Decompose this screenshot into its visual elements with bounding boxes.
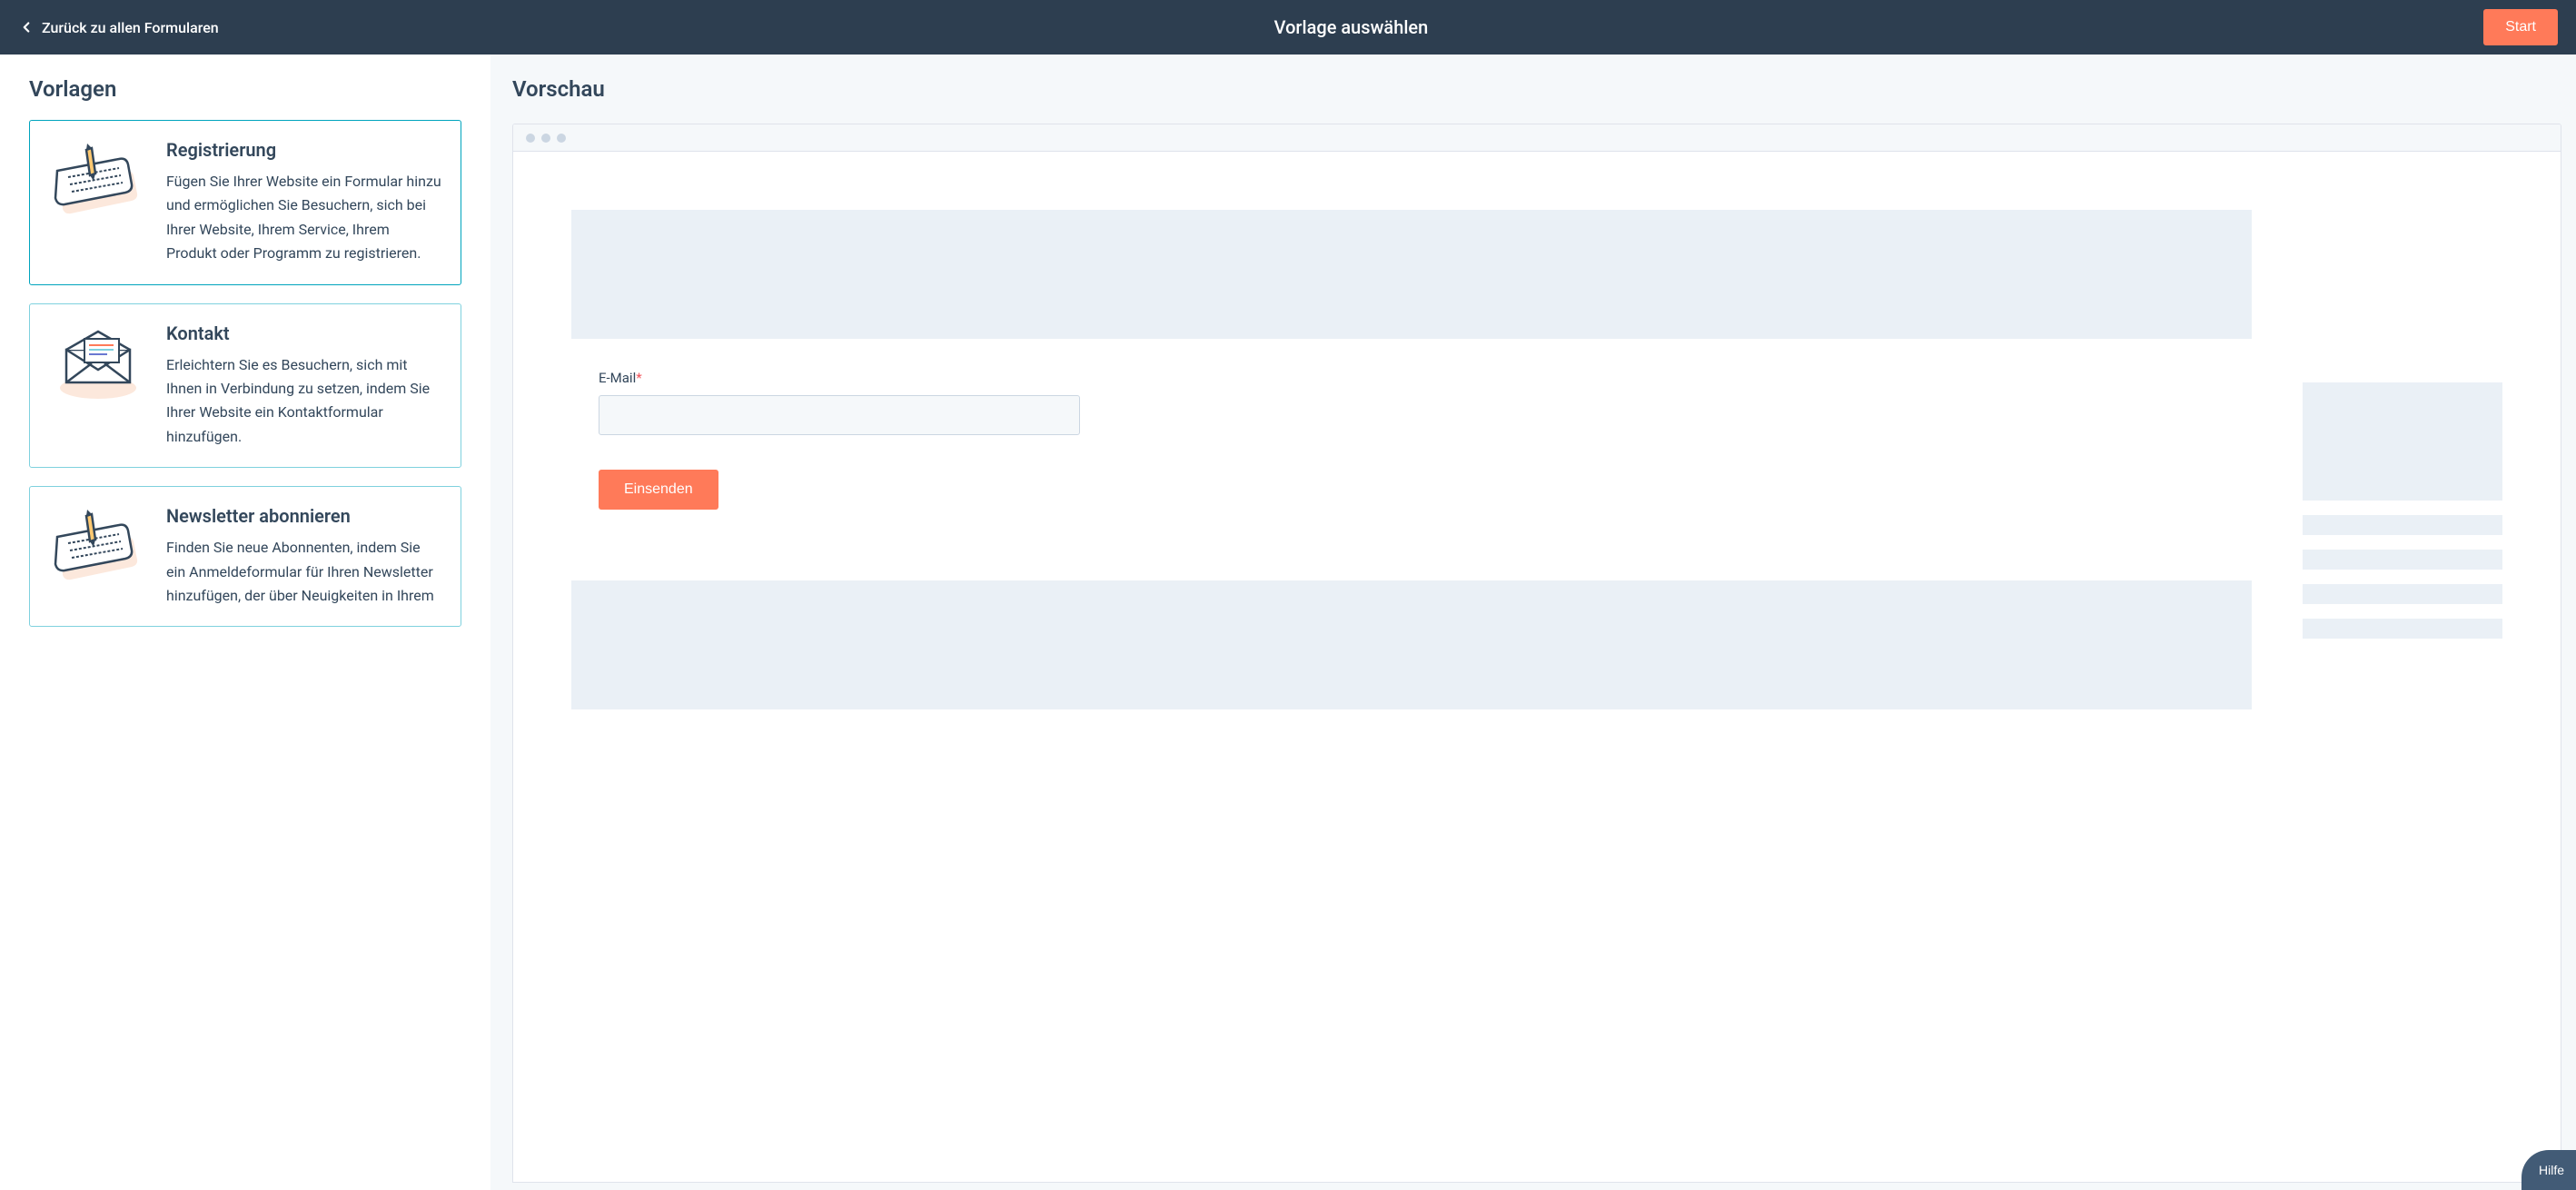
template-card-contact[interactable]: Kontakt Erleichtern Sie es Besuchern, si…	[29, 303, 461, 469]
placeholder-sidebar-line	[2303, 619, 2502, 639]
back-link[interactable]: Zurück zu allen Formularen	[18, 19, 219, 36]
preview-main-column: E-Mail* Einsenden	[571, 210, 2252, 709]
template-content: Registrierung Fügen Sie Ihrer Website ei…	[166, 139, 442, 266]
template-desc: Erleichtern Sie es Besuchern, sich mit I…	[166, 353, 442, 450]
placeholder-bottom	[571, 580, 2252, 709]
required-asterisk: *	[636, 370, 641, 386]
template-card-registration[interactable]: Registrierung Fügen Sie Ihrer Website ei…	[29, 120, 461, 285]
placeholder-sidebar-line	[2303, 584, 2502, 604]
preview-body: E-Mail* Einsenden	[513, 152, 2561, 768]
submit-button[interactable]: Einsenden	[599, 470, 718, 510]
template-title: Kontakt	[166, 322, 442, 344]
template-content: Kontakt Erleichtern Sie es Besuchern, si…	[166, 322, 442, 450]
template-desc: Fügen Sie Ihrer Website ein Formular hin…	[166, 170, 442, 266]
main-content: Vorlagen Registrierung Fügen Sie Ihrer W…	[0, 55, 2576, 1190]
template-content: Newsletter abonnieren Finden Sie neue Ab…	[166, 505, 442, 608]
templates-heading: Vorlagen	[29, 76, 461, 102]
placeholder-sidebar	[2303, 382, 2502, 501]
registration-icon	[48, 139, 148, 221]
placeholder-sidebar-line	[2303, 515, 2502, 535]
start-button[interactable]: Start	[2483, 9, 2558, 45]
templates-panel[interactable]: Vorlagen Registrierung Fügen Sie Ihrer W…	[0, 55, 490, 1190]
browser-dot	[526, 134, 535, 143]
envelope-icon	[48, 322, 148, 404]
template-card-newsletter[interactable]: Newsletter abonnieren Finden Sie neue Ab…	[29, 486, 461, 627]
email-field[interactable]	[599, 395, 1080, 435]
browser-frame[interactable]: E-Mail* Einsenden	[512, 124, 2561, 1183]
preview-sidebar-column	[2303, 382, 2502, 709]
placeholder-sidebar-line	[2303, 550, 2502, 570]
back-link-label: Zurück zu allen Formularen	[42, 19, 219, 36]
chevron-left-icon	[18, 19, 35, 35]
preview-heading: Vorschau	[512, 76, 2576, 102]
preview-panel: Vorschau E-Mail* Einsenden	[490, 55, 2576, 1190]
template-title: Registrierung	[166, 139, 442, 161]
browser-dot	[557, 134, 566, 143]
placeholder-hero	[571, 210, 2252, 339]
template-title: Newsletter abonnieren	[166, 505, 442, 527]
template-desc: Finden Sie neue Abonnenten, indem Sie ei…	[166, 536, 442, 608]
email-label: E-Mail*	[599, 370, 2252, 386]
page-title: Vorlage auswählen	[1274, 16, 1429, 38]
browser-header	[513, 124, 2561, 152]
header-bar: Zurück zu allen Formularen Vorlage auswä…	[0, 0, 2576, 55]
browser-dot	[541, 134, 550, 143]
newsletter-icon	[48, 505, 148, 587]
email-label-text: E-Mail	[599, 370, 636, 386]
